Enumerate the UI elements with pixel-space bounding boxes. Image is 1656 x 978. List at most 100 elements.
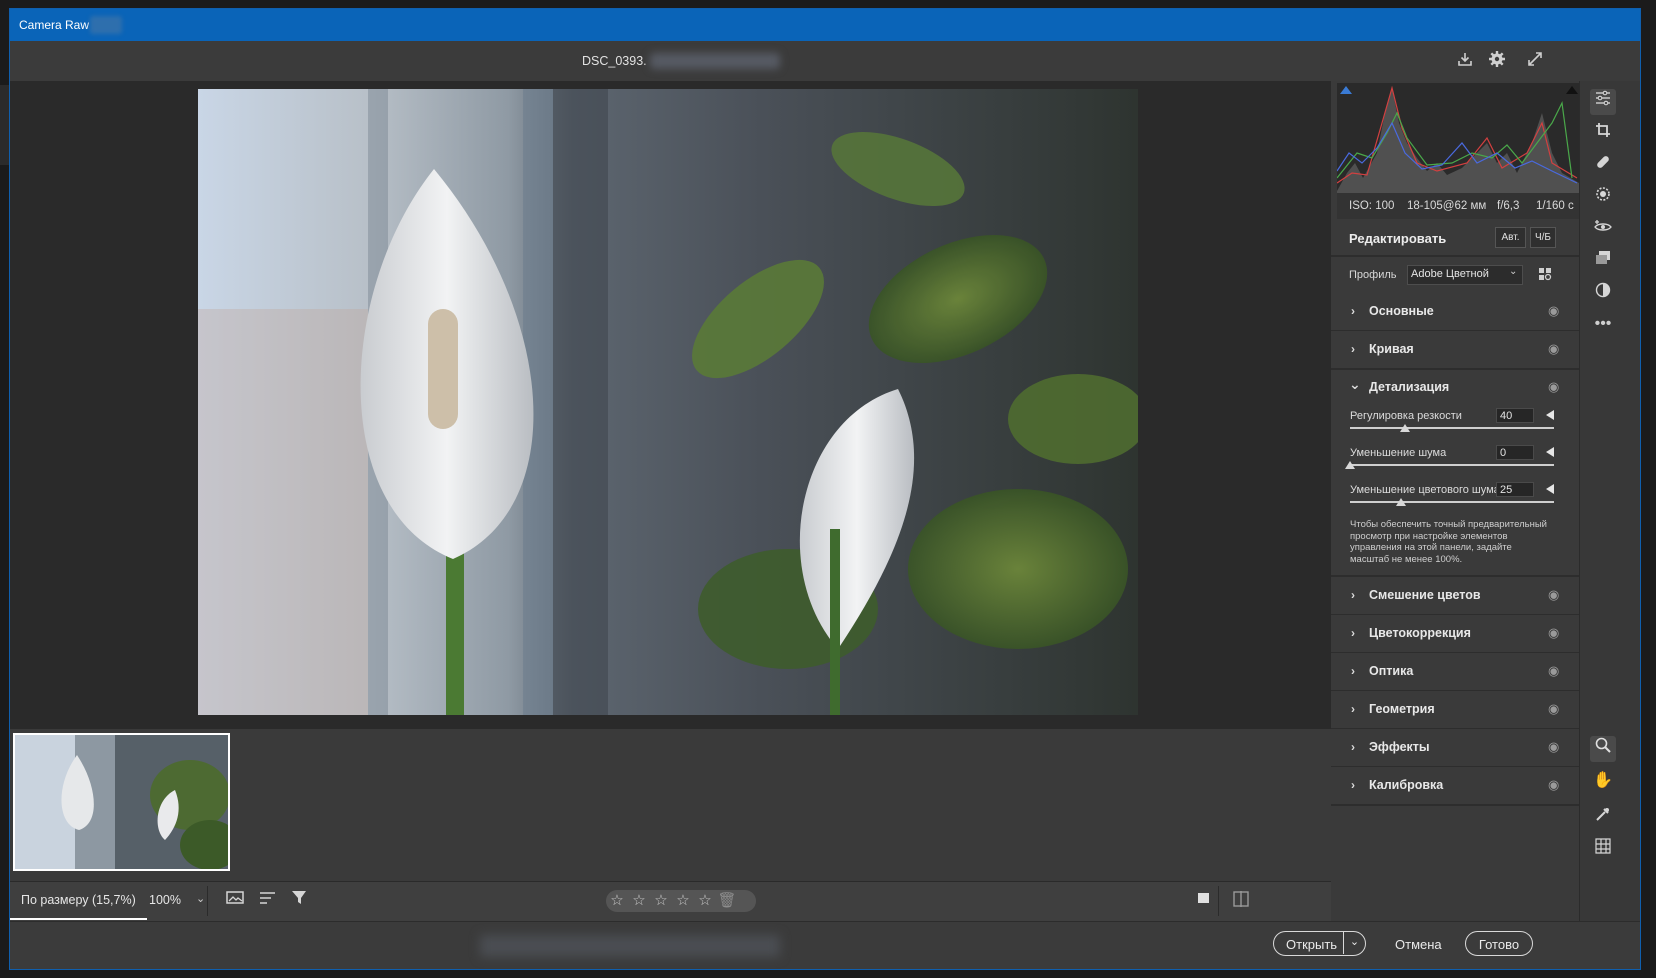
sharpening-value-field[interactable]: 40 (1496, 408, 1534, 423)
section-label: Цветокоррекция (1369, 626, 1471, 640)
section-basic[interactable]: › Основные ◉ (1331, 293, 1579, 332)
slider-thumb[interactable] (1345, 461, 1355, 469)
color-noise-value-field[interactable]: 25 (1496, 482, 1534, 497)
photo-preview (198, 89, 1138, 715)
section-color-mixer[interactable]: › Смешение цветов ◉ (1331, 577, 1579, 616)
filmstrip-thumbnail[interactable] (13, 733, 230, 871)
done-button[interactable]: Готово (1465, 931, 1533, 956)
profile-row: Профиль Adobe Цветной ⌄ (1331, 257, 1579, 295)
title-redaction (90, 16, 122, 34)
shadow-clipping-warning[interactable] (1340, 86, 1352, 94)
profile-select[interactable]: Adobe Цветной ⌄ (1407, 265, 1523, 285)
redeye-icon[interactable] (1590, 217, 1616, 243)
presets-icon[interactable] (1590, 281, 1616, 307)
gear-icon[interactable] (1486, 50, 1508, 72)
eye-icon[interactable]: ◉ (1548, 303, 1559, 319)
healing-icon[interactable] (1590, 153, 1616, 179)
star-rating: ☆ ☆ ☆ ☆ ☆ 🗑 (606, 890, 756, 912)
slider-noise-reduction: Уменьшение шума 0 (1345, 445, 1556, 475)
sliders-icon[interactable] (1590, 89, 1616, 115)
zoom-icon[interactable] (1590, 736, 1616, 762)
histogram (1336, 83, 1579, 193)
eye-icon[interactable]: ◉ (1548, 379, 1559, 395)
noise-value-field[interactable]: 0 (1496, 445, 1534, 460)
before-after-icon[interactable] (1229, 890, 1253, 912)
eye-icon[interactable]: ◉ (1548, 587, 1559, 603)
cancel-button[interactable]: Отмена (1395, 937, 1442, 952)
exif-iso: ISO: 100 (1349, 200, 1395, 212)
eye-icon[interactable]: ◉ (1548, 341, 1559, 357)
exif-aperture: f/6,3 (1497, 200, 1520, 212)
crop-icon[interactable] (1590, 121, 1616, 147)
section-detail: ⌄ Детализация ◉ Регулировка резкости 40 … (1331, 369, 1579, 577)
file-name: DSC_0393. (582, 54, 647, 68)
title-bar: Camera Raw (10, 9, 1640, 41)
slider-color-noise-reduction: Уменьшение цветового шума 25 (1350, 482, 1556, 512)
grid-icon[interactable] (1590, 837, 1616, 863)
hand-icon[interactable]: ✋ (1590, 768, 1616, 794)
single-view-icon[interactable] (1192, 890, 1216, 912)
section-label: Оптика (1369, 664, 1414, 678)
exif-shutter: 1/160 с (1536, 200, 1574, 212)
eye-icon[interactable]: ◉ (1548, 663, 1559, 679)
sort-icon[interactable] (256, 890, 280, 912)
snapshots-icon[interactable] (1590, 249, 1616, 275)
auto-button[interactable]: Авт. (1495, 227, 1526, 248)
filter-icon[interactable] (288, 890, 312, 912)
section-label: Кривая (1369, 342, 1414, 356)
chevron-right-icon: › (1351, 304, 1355, 318)
reset-arrow-icon[interactable] (1546, 484, 1554, 494)
star-4[interactable]: ☆ (672, 890, 694, 912)
section-curve[interactable]: › Кривая ◉ (1331, 331, 1579, 370)
section-detail-label[interactable]: Детализация (1369, 380, 1449, 394)
bw-button[interactable]: Ч/Б (1530, 227, 1556, 248)
section-optics[interactable]: › Оптика ◉ (1331, 653, 1579, 692)
download-icon[interactable] (1454, 50, 1476, 72)
open-button-label: Открыть (1286, 937, 1338, 952)
image-canvas[interactable] (10, 81, 1331, 729)
star-2[interactable]: ☆ (628, 890, 650, 912)
slider-track[interactable] (1350, 501, 1554, 503)
eye-icon[interactable]: ◉ (1548, 701, 1559, 717)
reset-arrow-icon[interactable] (1546, 410, 1554, 420)
trash-icon[interactable]: 🗑 (716, 890, 738, 912)
star-1[interactable]: ☆ (606, 890, 628, 912)
section-label: Калибровка (1369, 778, 1444, 792)
filmstrip-icon[interactable] (224, 890, 248, 912)
open-button[interactable]: Открыть ⌄ (1273, 931, 1366, 956)
reset-arrow-icon[interactable] (1546, 447, 1554, 457)
open-options-chevron-icon[interactable]: ⌄ (1343, 932, 1365, 954)
section-calibration[interactable]: › Калибровка ◉ (1331, 767, 1579, 806)
detail-note: Чтобы обеспечить точный предварительный … (1350, 519, 1547, 565)
chevron-right-icon: › (1351, 778, 1355, 792)
mask-icon[interactable] (1590, 185, 1616, 211)
footer-info-redaction (480, 935, 780, 957)
slider-track[interactable] (1350, 464, 1554, 466)
section-color-grading[interactable]: › Цветокоррекция ◉ (1331, 615, 1579, 654)
eyedropper-icon[interactable] (1590, 805, 1616, 831)
eye-icon[interactable]: ◉ (1548, 625, 1559, 641)
section-label: Смешение цветов (1369, 588, 1481, 602)
expand-icon[interactable] (1524, 50, 1546, 72)
section-label: Основные (1369, 304, 1434, 318)
zoom-100-button[interactable]: 100% (149, 893, 181, 907)
slider-thumb[interactable] (1400, 424, 1410, 432)
slider-track[interactable] (1350, 427, 1554, 429)
file-name-redaction (650, 53, 780, 69)
star-3[interactable]: ☆ (650, 890, 672, 912)
section-geometry[interactable]: › Геометрия ◉ (1331, 691, 1579, 730)
chevron-down-icon[interactable]: ⌄ (1349, 376, 1361, 393)
section-effects[interactable]: › Эффекты ◉ (1331, 729, 1579, 768)
slider-sharpening: Регулировка резкости 40 (1350, 408, 1556, 438)
zoom-dropdown-icon[interactable]: ⌄ (196, 892, 205, 905)
profile-browser-icon[interactable] (1538, 267, 1553, 285)
highlight-clipping-warning[interactable] (1566, 86, 1578, 94)
section-label: Эффекты (1369, 740, 1430, 754)
more-icon[interactable]: ••• (1590, 311, 1616, 337)
chevron-right-icon: › (1351, 626, 1355, 640)
eye-icon[interactable]: ◉ (1548, 739, 1559, 755)
fit-to-screen-zoom[interactable]: По размеру (15,7%) (10, 882, 147, 920)
star-5[interactable]: ☆ (694, 890, 716, 912)
eye-icon[interactable]: ◉ (1548, 777, 1559, 793)
slider-thumb[interactable] (1396, 498, 1406, 506)
